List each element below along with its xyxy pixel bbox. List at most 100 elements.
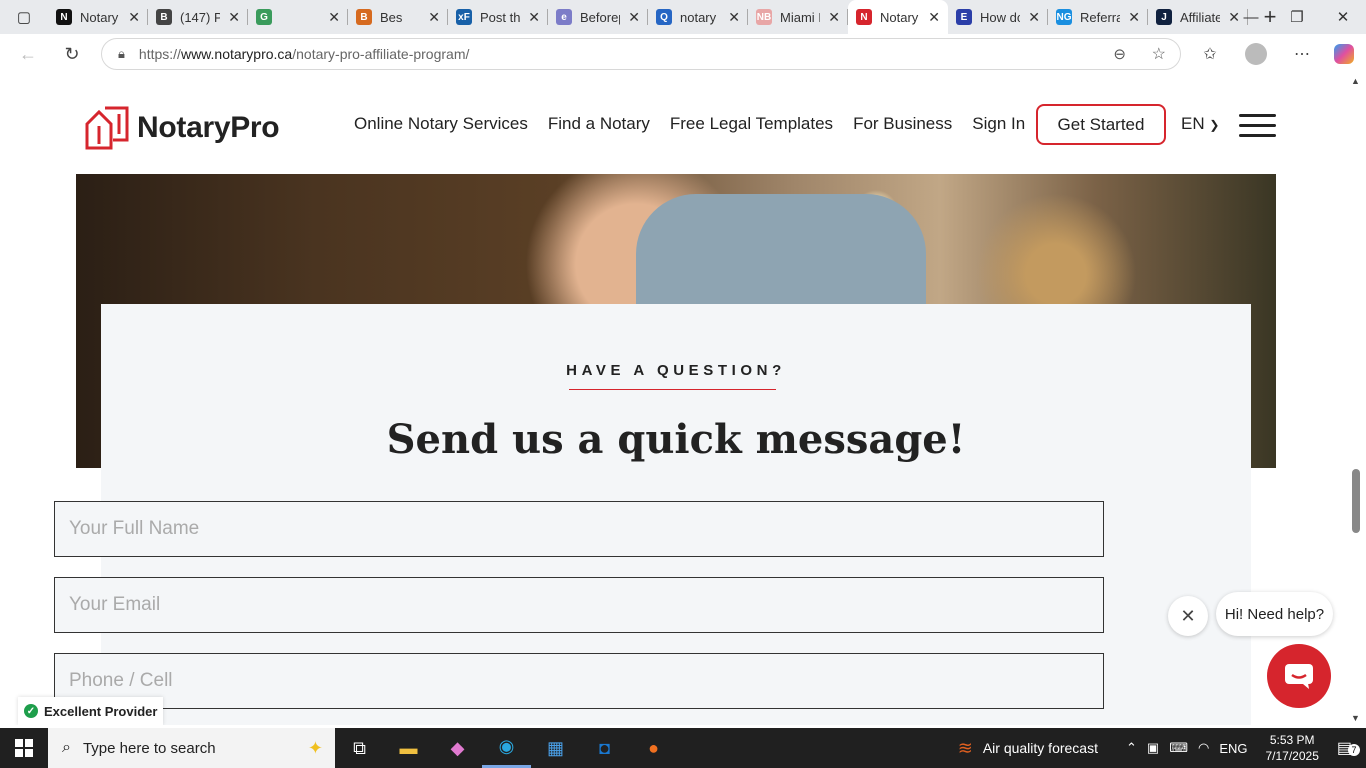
network-icon[interactable]: ◠	[1198, 740, 1209, 756]
tab-close-icon[interactable]: ✕	[728, 9, 740, 26]
notification-count: 7	[1348, 744, 1360, 756]
chevron-down-icon: ❯	[1209, 118, 1220, 132]
search-highlight-icon: ✦	[307, 737, 323, 758]
browser-tab[interactable]: B (147) Pi ✕	[148, 0, 248, 34]
tab-close-icon[interactable]: ✕	[828, 9, 840, 26]
browser-tab[interactable]: NB Miami I ✕	[748, 0, 848, 34]
notification-icon[interactable]: ▤ 7	[1337, 738, 1360, 758]
full-name-input[interactable]: Your Full Name	[54, 501, 1104, 557]
tab-actions-icon[interactable]: ▢	[0, 0, 48, 34]
section-heading: Send us a quick message!	[386, 416, 966, 463]
minimize-button[interactable]: —	[1228, 0, 1274, 34]
chevron-up-icon[interactable]: ⌃	[1126, 740, 1137, 756]
chat-launcher-button[interactable]	[1267, 644, 1331, 708]
more-menu-icon[interactable]: ⋯	[1282, 34, 1322, 74]
taskbar: ⌕ Type here to search ✦ ⧉ ▬ ◆ ◉ ▦ ◘ ● ≋ …	[0, 728, 1366, 768]
browser-tab[interactable]: G ✕	[248, 0, 348, 34]
tab-favicon-icon: E	[956, 9, 972, 25]
tab-close-icon[interactable]: ✕	[1128, 9, 1140, 26]
scroll-down-icon[interactable]: ▼	[1351, 713, 1360, 723]
language-label: EN	[1181, 114, 1205, 133]
weather-label[interactable]: Air quality forecast	[983, 740, 1098, 756]
close-window-button[interactable]: ✕	[1320, 0, 1366, 34]
ime-icon[interactable]: ⌨	[1169, 740, 1188, 756]
reader-icon[interactable]: ⊖	[1113, 45, 1126, 63]
nav-link[interactable]: Free Legal Templates	[670, 114, 833, 134]
task-view-icon[interactable]: ⧉	[335, 728, 384, 768]
store-icon[interactable]: ▦	[531, 728, 580, 768]
edge-browser-icon[interactable]: ◉	[482, 728, 531, 768]
search-icon: ⌕	[62, 739, 71, 756]
tab-label: (147) Pi	[180, 9, 221, 25]
meet-icon[interactable]: ▣	[1147, 740, 1159, 756]
person-photo	[636, 194, 926, 304]
copilot-app-icon[interactable]: ◆	[433, 728, 482, 768]
file-explorer-icon[interactable]: ▬	[384, 728, 433, 768]
outlook-icon[interactable]: ◘	[580, 728, 629, 768]
tab-favicon-icon: NG	[1056, 9, 1072, 25]
tab-close-icon[interactable]: ✕	[128, 9, 140, 26]
scrollbar-thumb[interactable]	[1352, 469, 1360, 533]
weather-icon[interactable]: ≋	[958, 738, 973, 759]
browser-tab[interactable]: N Notary ✕	[48, 0, 148, 34]
windows-start-icon[interactable]	[0, 728, 48, 768]
nav-link[interactable]: Sign In	[972, 114, 1025, 134]
browser-tab[interactable]: xF Post th ✕	[448, 0, 548, 34]
search-placeholder: Type here to search	[82, 739, 216, 757]
tab-close-icon[interactable]: ✕	[528, 9, 540, 26]
tab-close-icon[interactable]: ✕	[1028, 9, 1040, 26]
chat-close-icon[interactable]: ✕	[1168, 596, 1208, 636]
nav-link[interactable]: Online Notary Services	[354, 114, 528, 134]
email-input[interactable]: Your Email	[54, 577, 1104, 633]
language-indicator[interactable]: ENG	[1219, 741, 1247, 756]
browser-tab[interactable]: e Beforep ✕	[548, 0, 648, 34]
phone-input[interactable]: Phone / Cell	[54, 653, 1104, 709]
clock-time: 5:53 PM	[1269, 733, 1315, 747]
browser-tab[interactable]: NG Referra ✕	[1048, 0, 1148, 34]
tab-label: Notary	[880, 9, 919, 25]
site-logo[interactable]: NotaryPro	[83, 104, 280, 152]
web-page: NotaryPro Online Notary Services Find a N…	[4, 74, 1348, 725]
tab-favicon-icon: B	[156, 9, 172, 25]
tab-label: Referra	[1080, 9, 1121, 25]
profile-avatar[interactable]	[1236, 34, 1276, 74]
excellent-provider-badge[interactable]: ✓ Excellent Provider	[18, 697, 164, 725]
maximize-button[interactable]: ❐	[1274, 0, 1320, 34]
tab-favicon-icon: e	[556, 9, 572, 25]
clock-date: 7/17/2025	[1265, 749, 1319, 763]
address-bar: ← ↻ 🔒︎ https://www.notarypro.ca/notary-p…	[0, 34, 1366, 74]
nav-link[interactable]: For Business	[853, 114, 952, 134]
browser-tab[interactable]: N Notary ✕	[848, 0, 948, 34]
url-field[interactable]: 🔒︎ https://www.notarypro.ca/notary-pro-a…	[101, 38, 1181, 70]
chat-bubble[interactable]: Hi! Need help?	[1216, 592, 1333, 636]
page-scrollbar[interactable]: ▲ ▼	[1348, 74, 1366, 725]
tab-label: Affiliate	[1180, 9, 1221, 25]
tab-close-icon[interactable]: ✕	[228, 9, 240, 26]
tab-close-icon[interactable]: ✕	[428, 9, 440, 26]
tab-label: How dc	[980, 9, 1021, 25]
tab-strip: NNotary✕B(147) Pi✕G✕BBes✕xFPost th✕eBefo…	[48, 0, 1248, 34]
clock[interactable]: 5:53 PM 7/17/2025	[1265, 732, 1318, 764]
firefox-icon[interactable]: ●	[629, 728, 678, 768]
scroll-up-icon[interactable]: ▲	[1351, 76, 1360, 86]
browser-tab[interactable]: Qnotary ✕	[648, 0, 748, 34]
tab-close-icon[interactable]: ✕	[328, 9, 340, 26]
check-icon: ✓	[24, 704, 38, 718]
browser-tab[interactable]: E How dc ✕	[948, 0, 1048, 34]
tab-close-icon[interactable]: ✕	[928, 9, 940, 26]
tab-favicon-icon: xF	[456, 9, 472, 25]
nav-link[interactable]: Find a Notary	[548, 114, 650, 134]
main-nav: Online Notary Services Find a Notary Free …	[354, 114, 1025, 134]
favorites-icon[interactable]: ✩	[1190, 34, 1230, 74]
copilot-icon[interactable]	[1324, 34, 1364, 74]
favorite-star-icon[interactable]: ☆	[1152, 44, 1166, 64]
back-button[interactable]: ←	[6, 34, 50, 74]
hamburger-menu-icon[interactable]	[1239, 114, 1276, 138]
refresh-button[interactable]: ↻	[50, 34, 94, 74]
tab-favicon-icon: J	[1156, 9, 1172, 25]
taskbar-search[interactable]: ⌕ Type here to search ✦	[48, 728, 335, 768]
get-started-button[interactable]: Get Started	[1036, 104, 1166, 145]
browser-tab[interactable]: B Bes ✕	[348, 0, 448, 34]
tab-close-icon[interactable]: ✕	[628, 9, 640, 26]
language-selector[interactable]: EN ❯	[1181, 114, 1219, 134]
